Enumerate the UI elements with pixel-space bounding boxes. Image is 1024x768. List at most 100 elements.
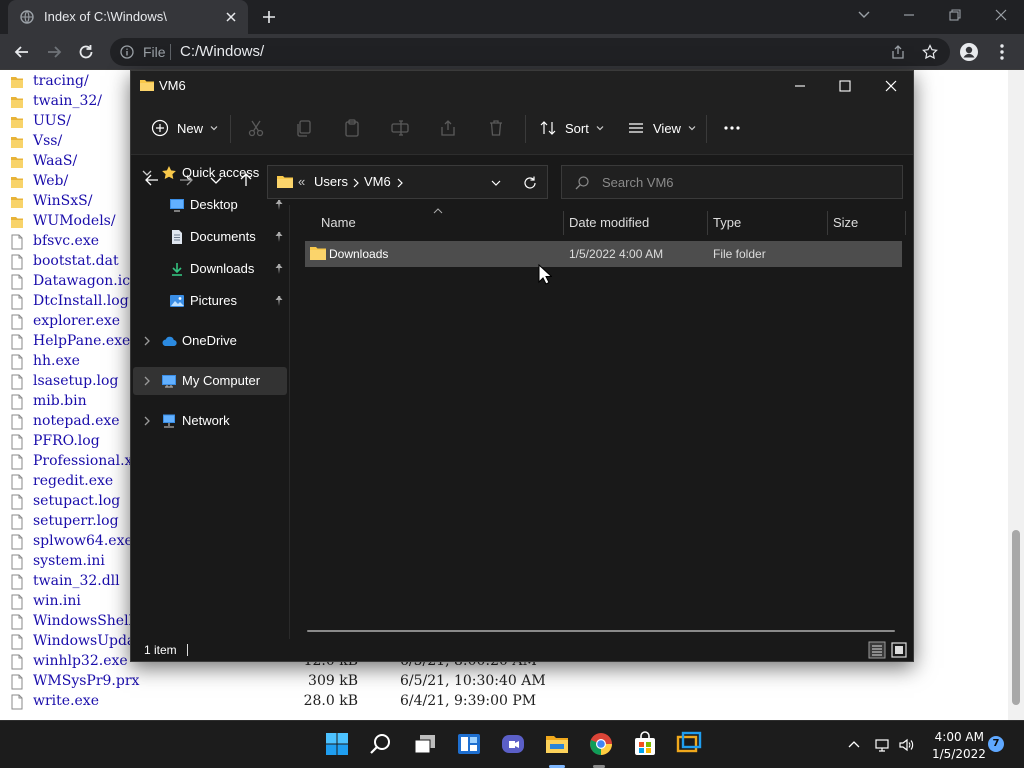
listing-link[interactable]: WinSxS/ [33, 193, 92, 209]
explorer-title-bar[interactable]: VM6 [131, 71, 913, 101]
maximize-icon[interactable] [836, 77, 854, 95]
clock-date[interactable]: 1/5/2022 [932, 747, 986, 761]
chevron-right-icon[interactable] [141, 334, 153, 348]
nav-item-quick-access[interactable]: Quick access [133, 159, 287, 187]
listing-link[interactable]: setupact.log [33, 493, 120, 509]
column-divider[interactable] [827, 211, 828, 235]
column-divider[interactable] [905, 211, 906, 235]
back-arrow-icon[interactable] [12, 42, 32, 62]
breadcrumb-users[interactable]: Users [314, 174, 348, 189]
url-text[interactable]: C:/Windows/ [180, 43, 264, 60]
new-button[interactable]: New [151, 115, 219, 141]
nav-item-onedrive[interactable]: OneDrive [133, 327, 287, 355]
breadcrumb-vm6[interactable]: VM6 [364, 174, 391, 189]
more-options-icon[interactable] [722, 118, 742, 138]
search-icon[interactable] [368, 731, 394, 757]
cut-icon[interactable] [246, 118, 266, 138]
column-header-name[interactable]: Name [321, 215, 356, 239]
listing-link[interactable]: bfsvc.exe [33, 233, 99, 249]
sort-button[interactable]: Sort [539, 115, 605, 141]
forward-arrow-icon[interactable] [44, 42, 64, 62]
listing-link[interactable]: mib.bin [33, 393, 87, 409]
minimize-icon[interactable] [899, 6, 919, 24]
minimize-icon[interactable] [791, 77, 809, 95]
listing-link[interactable]: system.ini [33, 553, 105, 569]
chevron-up-icon[interactable] [846, 737, 862, 753]
listing-link[interactable]: Datawagon.ico [33, 273, 138, 289]
listing-link[interactable]: WMSysPr9.prx [33, 673, 139, 689]
rename-icon[interactable] [390, 118, 410, 138]
pane-splitter[interactable] [289, 205, 290, 639]
listing-link[interactable]: DtcInstall.log [33, 293, 129, 309]
nav-item-network[interactable]: Network [133, 407, 287, 435]
listing-link[interactable]: hh.exe [33, 353, 80, 369]
listing-link[interactable]: splwow64.exe [33, 533, 133, 549]
listing-link[interactable]: tracing/ [33, 73, 89, 89]
kebab-menu-icon[interactable] [992, 42, 1012, 62]
address-overflow[interactable]: « [298, 174, 305, 189]
listing-link[interactable]: PFRO.log [33, 433, 100, 449]
restore-icon[interactable] [945, 6, 965, 24]
listing-link[interactable]: UUS/ [33, 113, 71, 129]
info-icon[interactable] [120, 45, 134, 59]
chevron-down-icon[interactable] [141, 166, 153, 180]
file-explorer-icon[interactable] [544, 731, 570, 757]
share-icon[interactable] [438, 118, 458, 138]
chevron-right-icon[interactable] [141, 414, 153, 428]
column-header-type[interactable]: Type [713, 215, 741, 239]
listing-link[interactable]: Web/ [33, 173, 68, 189]
large-icons-view-icon[interactable] [890, 641, 908, 659]
chevron-down-icon[interactable] [490, 177, 502, 189]
close-icon[interactable] [224, 10, 238, 24]
close-window-icon[interactable] [882, 77, 900, 95]
task-view-icon[interactable] [412, 731, 438, 757]
listing-link[interactable]: lsasetup.log [33, 373, 118, 389]
chevron-right-icon[interactable] [141, 374, 153, 388]
listing-link[interactable]: bootstat.dat [33, 253, 119, 269]
listing-link[interactable]: regedit.exe [33, 473, 113, 489]
star-bookmark-icon[interactable] [922, 44, 938, 60]
widgets-icon[interactable] [456, 731, 482, 757]
delete-icon[interactable] [486, 118, 506, 138]
listing-link[interactable]: write.exe [33, 693, 99, 709]
file-row-downloads[interactable]: Downloads 1/5/2022 4:00 AM File folder [305, 241, 902, 267]
column-divider[interactable] [563, 211, 564, 235]
view-button[interactable]: View [627, 115, 697, 141]
windows-start-icon[interactable] [324, 731, 350, 757]
microsoft-store-icon[interactable] [632, 731, 658, 757]
chat-icon[interactable] [500, 731, 526, 757]
clock-time[interactable]: 4:00 AM [932, 730, 984, 744]
refresh-icon[interactable] [522, 175, 538, 191]
listing-link[interactable]: notepad.exe [33, 413, 120, 429]
remote-desktop-icon[interactable] [676, 731, 702, 757]
scrollbar-thumb[interactable] [1012, 530, 1020, 705]
address-bar[interactable]: File C:/Windows/ [110, 38, 950, 66]
reload-icon[interactable] [76, 42, 96, 62]
listing-link[interactable]: WaaS/ [33, 153, 77, 169]
listing-link[interactable]: winhlp32.exe [33, 653, 128, 669]
search-input[interactable]: Search VM6 [561, 165, 903, 199]
browser-tab[interactable]: Index of C:\Windows\ [8, 0, 248, 34]
listing-link[interactable]: twain_32/ [33, 93, 102, 109]
copy-icon[interactable] [294, 118, 314, 138]
location-bar[interactable]: « Users VM6 [267, 165, 548, 199]
listing-link[interactable]: twain_32.dll [33, 573, 120, 589]
listing-link[interactable]: HelpPane.exe [33, 333, 130, 349]
paste-icon[interactable] [342, 118, 362, 138]
share-icon[interactable] [890, 44, 906, 60]
nav-item-desktop[interactable]: Desktop [133, 191, 287, 219]
nav-item-downloads[interactable]: Downloads [133, 255, 287, 283]
column-divider[interactable] [707, 211, 708, 235]
listing-link[interactable]: win.ini [33, 593, 81, 609]
close-window-icon[interactable] [991, 6, 1011, 24]
nav-item-my-computer[interactable]: My Computer [133, 367, 287, 395]
chevron-right-icon[interactable] [351, 177, 361, 189]
listing-link[interactable]: setuperr.log [33, 513, 119, 529]
horizontal-scrollbar[interactable] [307, 630, 895, 632]
volume-icon[interactable] [898, 737, 914, 753]
page-scrollbar[interactable] [1008, 70, 1024, 720]
profile-icon[interactable] [959, 42, 979, 62]
nav-item-pictures[interactable]: Pictures [133, 287, 287, 315]
listing-link[interactable]: Vss/ [33, 133, 62, 149]
chrome-icon[interactable] [588, 731, 614, 757]
